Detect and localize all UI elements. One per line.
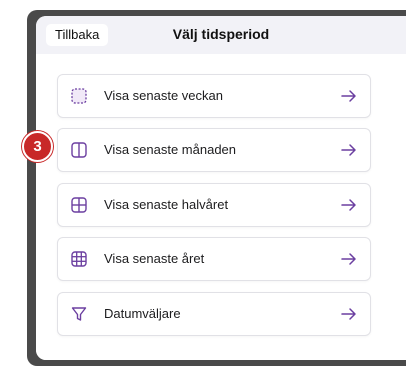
time-period-panel: Tillbaka Välj tidsperiod Visa senaste ve… xyxy=(36,16,406,360)
option-date-picker[interactable]: Datumväljare xyxy=(57,292,371,336)
page-title: Välj tidsperiod xyxy=(172,26,270,42)
arrow-right-icon xyxy=(341,253,356,265)
option-label: Visa senaste året xyxy=(104,251,205,266)
option-last-week[interactable]: Visa senaste veckan xyxy=(57,74,371,118)
option-label: Visa senaste månaden xyxy=(104,142,237,157)
options-list: Visa senaste veckan Visa senaste månaden… xyxy=(36,54,406,360)
arrow-right-icon xyxy=(341,199,356,211)
month-icon xyxy=(71,142,87,158)
step-number-badge: 3 xyxy=(22,131,53,162)
filter-icon xyxy=(71,307,87,321)
arrow-right-icon xyxy=(341,308,356,320)
option-label: Visa senaste veckan xyxy=(104,88,223,103)
option-last-month[interactable]: Visa senaste månaden xyxy=(57,128,371,172)
half-year-icon xyxy=(71,197,87,213)
option-last-year[interactable]: Visa senaste året xyxy=(57,237,371,281)
option-last-half-year[interactable]: Visa senaste halvåret xyxy=(57,183,371,227)
week-icon xyxy=(71,88,87,104)
arrow-right-icon xyxy=(341,90,356,102)
option-label: Datumväljare xyxy=(104,306,181,321)
arrow-right-icon xyxy=(341,144,356,156)
option-label: Visa senaste halvåret xyxy=(104,197,229,212)
year-icon xyxy=(71,251,87,267)
top-bar: Tillbaka Välj tidsperiod xyxy=(36,16,406,54)
